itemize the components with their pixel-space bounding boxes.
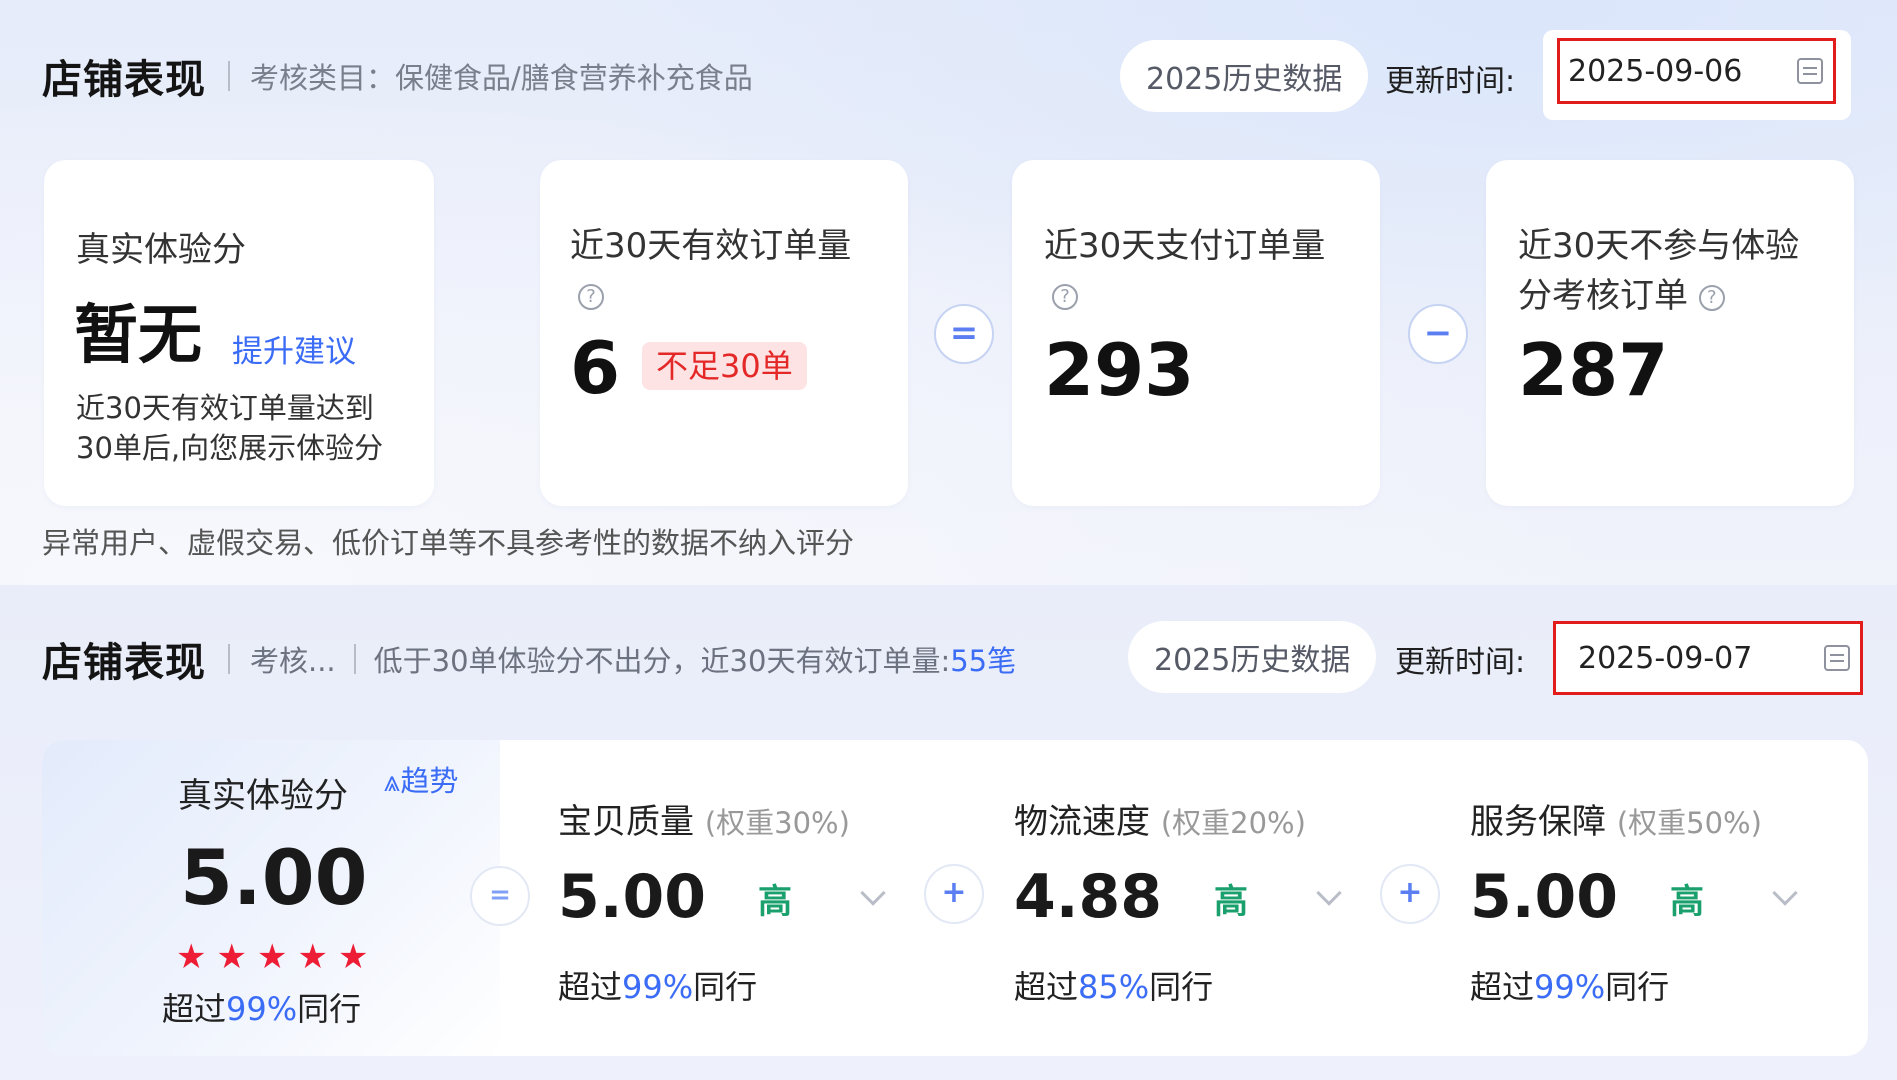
update-date-picker[interactable]: 2025-09-06 [1557, 38, 1836, 104]
metric-title-logistics: 物流速度 (权重20%) [1014, 794, 1306, 843]
metric-level-quality: 高 [758, 882, 792, 922]
exceed-percent: 85% [1078, 968, 1150, 1006]
metric-name: 物流速度 [1014, 802, 1150, 842]
plus-operator: + [1380, 864, 1440, 924]
exceed-suffix: 同行 [297, 990, 362, 1028]
experience-score-label: 真实体验分 [76, 230, 246, 270]
panel-title: 店铺表现 [42, 57, 206, 103]
experience-score-value: 暂无 [74, 299, 202, 373]
update-date-value: 2025-09-06 [1568, 53, 1743, 89]
update-date-picker[interactable]: 2025-09-07 [1553, 621, 1863, 695]
metric-exceed-logistics: 超过85%同行 [1014, 962, 1213, 1008]
assessment-category: 考核类目：保健食品/膳食营养补充食品 [250, 61, 753, 95]
history-data-button[interactable]: 2025历史数据 [1120, 40, 1369, 112]
metric-value-quality: 5.00 [558, 862, 707, 932]
star-rating: ★ ★ ★ ★ ★ [176, 940, 368, 974]
exceed-percent: 99% [226, 990, 298, 1028]
star-icon: ★ [176, 937, 207, 977]
exceed-percent: 99% [1534, 968, 1606, 1006]
metric-exceed-quality: 超过99%同行 [558, 962, 757, 1008]
metric-name: 宝贝质量 [558, 802, 694, 842]
update-date-value: 2025-09-07 [1578, 640, 1753, 676]
exceed-percent: 99% [622, 968, 694, 1006]
history-data-button[interactable]: 2025历史数据 [1128, 621, 1377, 693]
minus-operator: − [1408, 304, 1468, 364]
experience-score-card: 真实体验分 暂无 提升建议 近30天有效订单量达到 30单后,向您展示体验分 [44, 160, 434, 506]
metric-weight: (权重20%) [1160, 806, 1306, 840]
exceed-suffix: 同行 [693, 968, 758, 1006]
excluded-orders-label-text: 分考核订单 [1518, 276, 1688, 316]
paid-orders-label: 近30天支付订单量 [1044, 226, 1326, 266]
exceed-suffix: 同行 [1149, 968, 1214, 1006]
equals-operator: = [470, 866, 530, 926]
update-time-label: 更新时间: [1385, 64, 1516, 99]
valid-orders-card: 近30天有效订单量 ? 6 不足30单 [540, 160, 908, 506]
metric-name: 服务保障 [1470, 802, 1606, 842]
overall-score-value: 5.00 [180, 833, 368, 922]
metric-exceed-service: 超过99%同行 [1470, 962, 1669, 1008]
chevron-down-icon[interactable] [860, 880, 886, 906]
panel-header: 店铺表现 考核类目：保健食品/膳食营养补充食品 [42, 46, 753, 106]
valid-orders-label: 近30天有效订单量 [570, 226, 852, 266]
overall-score-box: 真实体验分 ⩓趋势 5.00 ★ ★ ★ ★ ★ 超过99%同行 [42, 740, 500, 1056]
paid-orders-value: 293 [1044, 328, 1195, 412]
order-threshold-info: 低于30单体验分不出分，近30天有效订单量:55笔 [374, 638, 1016, 680]
chevron-down-icon[interactable] [1316, 880, 1342, 906]
overall-score-label: 真实体验分 [178, 776, 348, 816]
valid-order-count: 55笔 [950, 644, 1017, 678]
assessment-category-short[interactable]: 考核... [250, 638, 336, 680]
score-desc-line2: 30单后,向您展示体验分 [76, 431, 384, 465]
trend-text: 趋势 [400, 764, 459, 798]
question-icon[interactable]: ? [578, 284, 604, 310]
metric-title-service: 服务保障 (权重50%) [1470, 794, 1762, 843]
metric-title-quality: 宝贝质量 (权重30%) [558, 794, 850, 843]
star-icon: ★ [216, 937, 247, 977]
question-icon[interactable]: ? [1052, 284, 1078, 310]
trend-link[interactable]: ⩓趋势 [384, 758, 458, 800]
divider [353, 644, 356, 674]
metric-weight: (权重50%) [1616, 806, 1762, 840]
trend-icon: ⩓ [384, 764, 401, 798]
exceed-prefix: 超过 [1014, 968, 1079, 1006]
question-icon[interactable]: ? [1698, 284, 1725, 311]
divider [228, 644, 230, 674]
exceed-prefix: 超过 [162, 990, 227, 1028]
excluded-orders-value: 287 [1518, 328, 1669, 412]
plus-operator: + [924, 864, 984, 924]
excluded-orders-card: 近30天不参与体验 分考核订单 ? 287 [1486, 160, 1854, 506]
score-desc-line1: 近30天有效订单量达到 [76, 391, 374, 425]
chevron-down-icon[interactable] [1772, 880, 1798, 906]
paid-orders-card: 近30天支付订单量 ? 293 [1012, 160, 1380, 506]
star-icon: ★ [337, 937, 369, 977]
calendar-icon[interactable] [1824, 645, 1850, 671]
excluded-orders-label-line2: 分考核订单 ? [1518, 272, 1725, 320]
divider [228, 61, 230, 91]
exceed-suffix: 同行 [1605, 968, 1670, 1006]
calendar-icon[interactable] [1797, 58, 1823, 84]
insufficient-orders-badge: 不足30单 [642, 342, 807, 390]
experience-score-breakdown-card: 真实体验分 ⩓趋势 5.00 ★ ★ ★ ★ ★ 超过99%同行 = 宝贝质量 … [42, 740, 1868, 1056]
store-performance-panel-top: 店铺表现 考核类目：保健食品/膳食营养补充食品 2025历史数据 更新时间: 2… [0, 0, 1897, 585]
metric-value-logistics: 4.88 [1014, 862, 1163, 932]
panel-title: 店铺表现 [42, 640, 206, 686]
metric-level-service: 高 [1670, 882, 1704, 922]
exceed-prefix: 超过 [1470, 968, 1535, 1006]
metric-weight: (权重30%) [704, 806, 850, 840]
scoring-note: 异常用户、虚假交易、低价订单等不具参考性的数据不纳入评分 [42, 526, 855, 560]
star-icon: ★ [256, 937, 288, 977]
excluded-orders-label-line1: 近30天不参与体验 [1518, 226, 1800, 266]
star-icon: ★ [297, 937, 328, 977]
valid-orders-value: 6 [570, 326, 621, 410]
improve-suggestion-link[interactable]: 提升建议 [232, 328, 356, 376]
exceed-prefix: 超过 [558, 968, 623, 1006]
overall-exceed-text: 超过99%同行 [162, 984, 361, 1030]
metric-value-service: 5.00 [1470, 862, 1619, 932]
panel-header: 店铺表现 考核... 低于30单体验分不出分，近30天有效订单量:55笔 [42, 629, 1016, 689]
order-threshold-text: 低于30单体验分不出分，近30天有效订单量: [373, 644, 951, 678]
equals-operator: = [934, 304, 994, 364]
metric-level-logistics: 高 [1214, 882, 1248, 922]
update-time-label: 更新时间: [1395, 645, 1526, 680]
